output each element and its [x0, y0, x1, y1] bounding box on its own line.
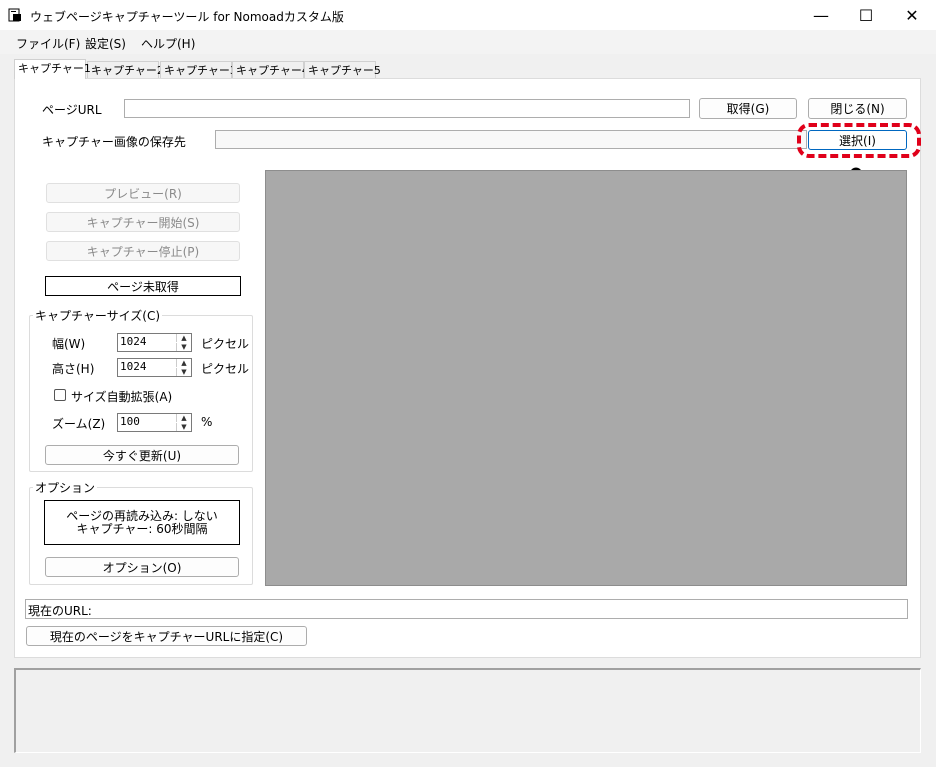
set-current-url-button[interactable]: 現在のページをキャプチャーURLに指定(C)	[26, 626, 307, 646]
height-value: 1024	[120, 360, 147, 373]
start-capture-button[interactable]: キャプチャー開始(S)	[46, 212, 240, 232]
width-label: 幅(W)	[52, 337, 86, 351]
height-unit: ピクセル	[201, 362, 250, 376]
zoom-stepper[interactable]: 100 ▲ ▼	[117, 413, 192, 432]
save-path-input[interactable]	[215, 130, 807, 149]
options-button[interactable]: オプション(O)	[45, 557, 239, 577]
tab-capture-4[interactable]: キャプチャー4	[232, 61, 309, 78]
zoom-label: ズーム(Z)	[52, 417, 106, 431]
width-unit: ピクセル	[201, 337, 250, 351]
options-status-box: ページの再読み込み: しない キャプチャー: 60秒間隔	[44, 500, 240, 545]
options-legend: オプション	[33, 479, 98, 496]
width-value: 1024	[120, 335, 147, 348]
menu-file[interactable]: ファイル(F)	[16, 35, 80, 52]
close-button[interactable]: 閉じる(N)	[808, 98, 907, 119]
tab-capture-5[interactable]: キャプチャー5	[304, 61, 381, 78]
save-path-label: キャプチャー画像の保存先	[42, 135, 186, 149]
height-stepper[interactable]: 1024 ▲ ▼	[117, 358, 192, 377]
auto-expand-checkbox[interactable]	[54, 389, 66, 401]
capture-interval-status: キャプチャー: 60秒間隔	[76, 521, 208, 536]
height-label: 高さ(H)	[52, 362, 95, 376]
spin-down-icon[interactable]: ▼	[176, 343, 191, 351]
tab-capture-2[interactable]: キャプチャー2	[87, 61, 164, 78]
close-window-button[interactable]: ✕	[889, 0, 935, 30]
reload-status: ページの再読み込み: しない	[66, 508, 218, 523]
page-url-label: ページURL	[42, 103, 102, 117]
current-url-box: 現在のURL:	[25, 599, 908, 619]
capture-preview-area	[265, 170, 907, 586]
maximize-button[interactable]: ☐	[843, 0, 889, 30]
log-area	[14, 668, 921, 753]
page-status-box: ページ未取得	[45, 276, 241, 296]
app-icon	[8, 8, 21, 22]
tab-capture-3[interactable]: キャプチャー3	[160, 61, 237, 78]
capture-size-legend: キャプチャーサイズ(C)	[33, 307, 163, 324]
zoom-unit: %	[201, 415, 213, 429]
spin-up-icon[interactable]: ▲	[176, 334, 191, 342]
window-title: ウェブページキャプチャーツール for Nomoadカスタム版	[30, 10, 344, 24]
spin-up-icon[interactable]: ▲	[176, 414, 191, 422]
tab-capture-1[interactable]: キャプチャー1	[14, 59, 91, 79]
width-stepper[interactable]: 1024 ▲ ▼	[117, 333, 192, 352]
fetch-button[interactable]: 取得(G)	[699, 98, 797, 119]
select-button-highlight	[797, 123, 921, 158]
zoom-value: 100	[120, 415, 140, 428]
menu-settings[interactable]: 設定(S)	[85, 35, 126, 52]
minimize-button[interactable]: —	[798, 0, 844, 30]
preview-button[interactable]: プレビュー(R)	[46, 183, 240, 203]
auto-expand-label: サイズ自動拡張(A)	[71, 390, 173, 404]
update-now-button[interactable]: 今すぐ更新(U)	[45, 445, 239, 465]
current-url-label: 現在のURL:	[28, 604, 92, 618]
spin-down-icon[interactable]: ▼	[176, 368, 191, 376]
spin-up-icon[interactable]: ▲	[176, 359, 191, 367]
spin-down-icon[interactable]: ▼	[176, 423, 191, 431]
menu-help[interactable]: ヘルプ(H)	[141, 35, 195, 52]
page-url-input[interactable]	[124, 99, 690, 118]
stop-capture-button[interactable]: キャプチャー停止(P)	[46, 241, 240, 261]
